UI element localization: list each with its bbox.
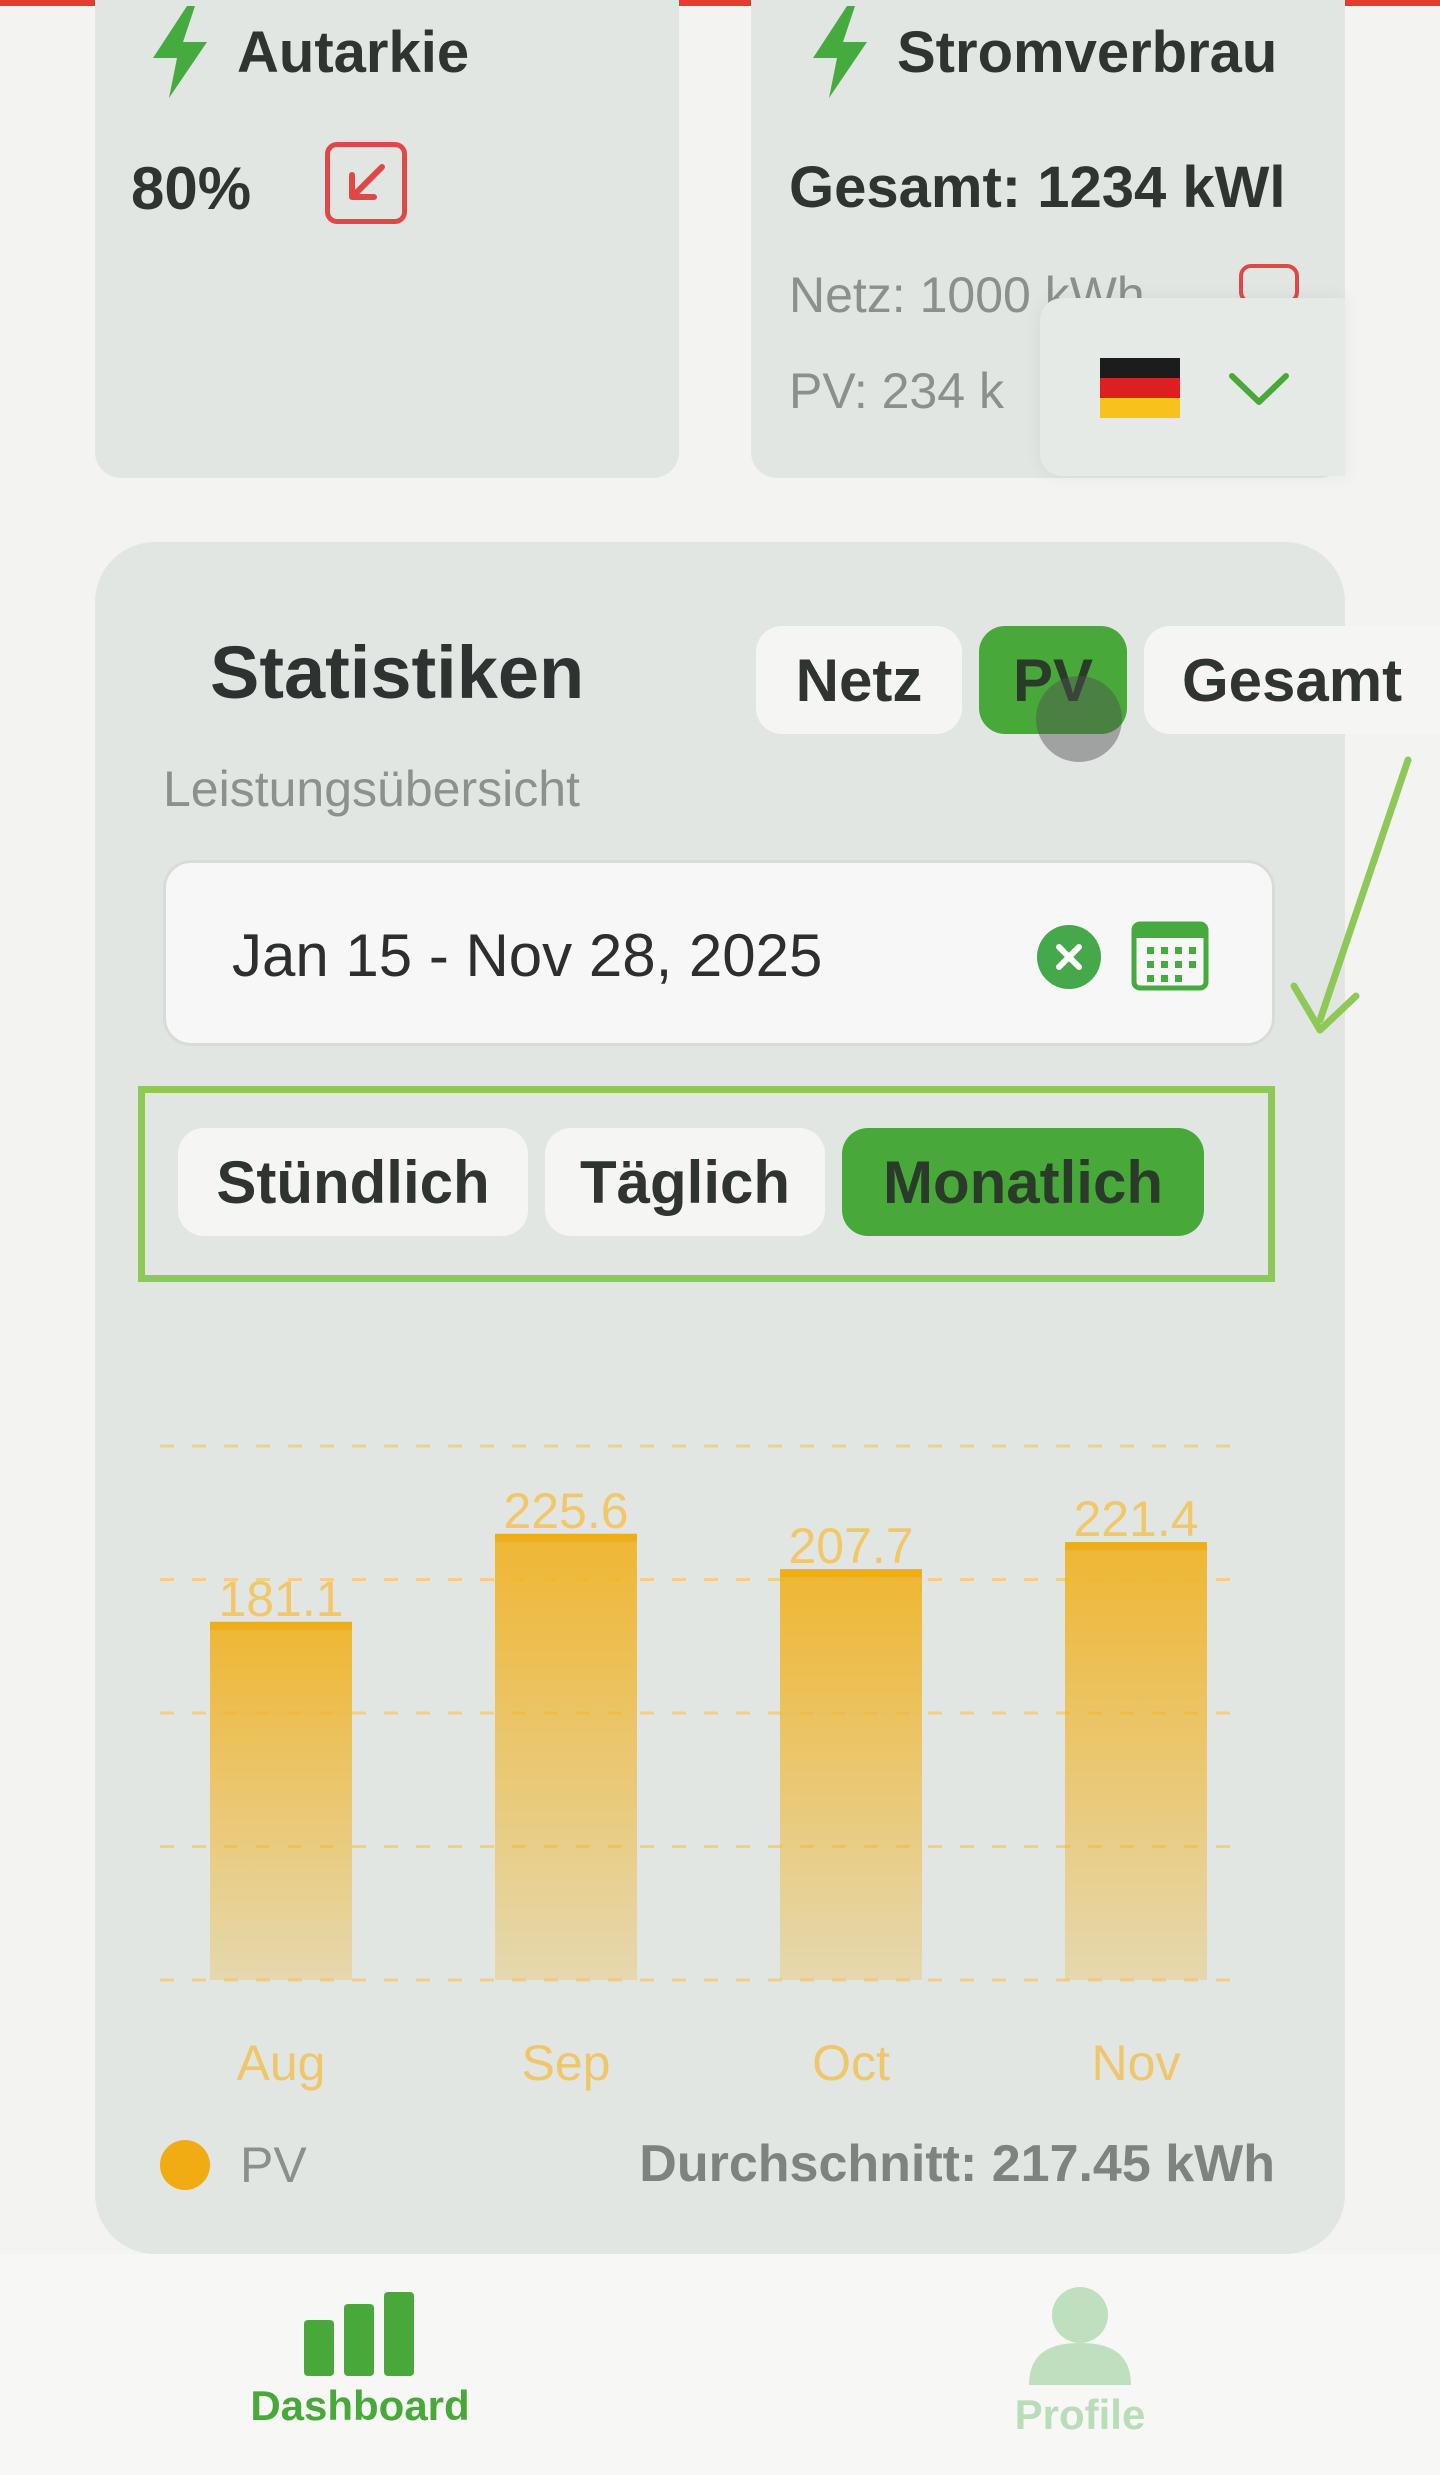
bar-oct [780,1569,922,1980]
bar-nov [1065,1542,1207,1980]
nav-dashboard[interactable]: Dashboard [230,2292,490,2430]
user-icon [1029,2287,1131,2385]
consumption-header: Stromverbrau [807,6,1277,98]
bar-sep [495,1533,637,1980]
clear-icon[interactable] [1037,925,1101,989]
data-label: 207.7 [788,1518,913,1574]
arrow-down-left-icon [325,142,407,224]
x-tick-label: Sep [522,2035,611,2091]
legend-pv-dot [160,2140,210,2190]
legend-pv-label: PV [240,2137,307,2193]
date-range-field[interactable]: Jan 15 - Nov 28, 2025 [163,860,1275,1046]
x-tick-label: Nov [1092,2035,1181,2091]
interval-daily[interactable]: Täglich [545,1128,825,1236]
nav-profile[interactable]: Profile [950,2285,1210,2439]
bolt-icon [813,6,867,98]
x-tick-label: Aug [237,2035,326,2091]
chart-bars: 181.1 Aug 225.6 Sep 207.7 Oct 221.4 Nov [210,1483,1207,2091]
data-label: 181.1 [218,1571,343,1627]
annotation-arrow-icon [1290,756,1412,1034]
x-tick-label: Oct [812,2035,890,2091]
statistics-title: Statistiken [210,631,585,714]
consumption-pv: PV: 234 k [789,363,1004,419]
bar-aug [210,1621,352,1980]
touch-indicator [1036,676,1122,762]
autarky-header: Autarkie [147,6,469,98]
nav-dashboard-label: Dashboard [250,2382,470,2429]
tab-gesamt[interactable]: Gesamt [1144,626,1440,734]
autarky-value: 80% [131,155,252,222]
consumption-total: Gesamt: 1234 kWl [789,155,1286,220]
bar-chart-icon [304,2292,414,2376]
statistics-subtitle: Leistungsübersicht [163,761,580,817]
germany-flag-icon [1100,358,1180,418]
chevron-down-icon[interactable] [1226,368,1292,408]
nav-profile-label: Profile [1014,2391,1146,2438]
bottom-navigation [0,2254,1440,2475]
autarky-title: Autarkie [237,19,470,85]
pv-bar-chart: 181.1 Aug 225.6 Sep 207.7 Oct 221.4 Nov [160,1444,1230,2091]
interval-hourly[interactable]: Stündlich [178,1128,528,1236]
bolt-icon [153,6,207,98]
data-label: 221.4 [1073,1491,1198,1547]
average-value: Durchschnitt: 217.45 kWh [639,2135,1275,2193]
autarky-card[interactable]: Autarkie 80% [95,0,679,478]
language-select[interactable] [1040,298,1345,476]
interval-monthly[interactable]: Monatlich [842,1128,1204,1236]
date-range-value: Jan 15 - Nov 28, 2025 [232,922,823,989]
consumption-title: Stromverbrau [897,19,1278,85]
data-label: 225.6 [503,1483,628,1539]
calendar-icon[interactable] [1131,921,1209,991]
tab-netz[interactable]: Netz [756,626,962,734]
